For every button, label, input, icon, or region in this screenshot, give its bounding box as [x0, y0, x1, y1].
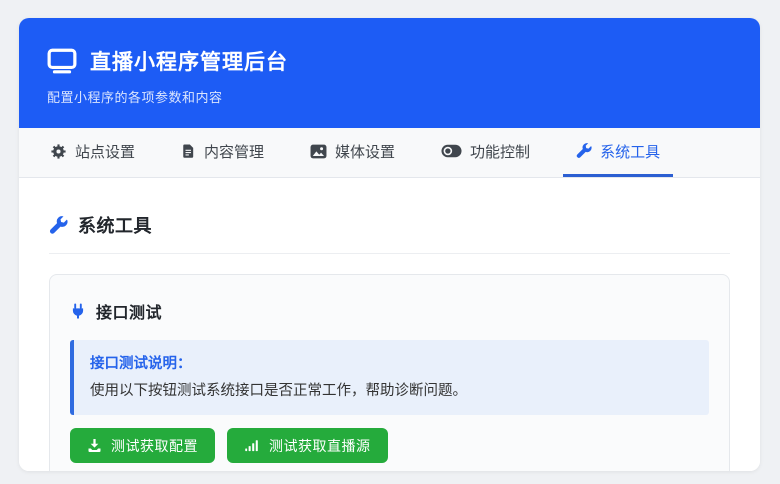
- page-header: 直播小程序管理后台 配置小程序的各项参数和内容: [19, 18, 760, 128]
- tab-label: 站点设置: [75, 143, 136, 161]
- card-header: 接口测试: [70, 299, 709, 323]
- signal-bars-icon: [244, 438, 260, 453]
- section-header: 系统工具: [49, 212, 730, 238]
- image-icon: [310, 144, 327, 159]
- page-title: 直播小程序管理后台: [90, 51, 288, 74]
- button-row: 测试获取配置 测试获取直播源: [70, 428, 709, 463]
- tab-system-tools[interactable]: 系统工具: [563, 128, 674, 177]
- button-label: 测试获取配置: [111, 437, 198, 454]
- page-subtitle: 配置小程序的各项参数和内容: [47, 90, 223, 105]
- toggle-icon: [441, 144, 462, 158]
- tab-feature-control[interactable]: 功能控制: [428, 128, 543, 177]
- api-test-note: 接口测试说明： 使用以下按钮测试系统接口是否正常工作，帮助诊断问题。: [70, 340, 709, 415]
- admin-panel-window: 直播小程序管理后台 配置小程序的各项参数和内容 站点设置 内容管理 媒体设置 功…: [19, 18, 760, 471]
- note-title: 接口测试说明：: [90, 356, 192, 372]
- download-icon: [87, 438, 102, 453]
- gear-icon: [50, 143, 67, 160]
- plug-icon: [70, 302, 86, 320]
- tab-media-settings[interactable]: 媒体设置: [297, 128, 408, 177]
- monitor-icon: [47, 48, 77, 74]
- wrench-icon: [49, 215, 68, 235]
- tab-label: 功能控制: [470, 143, 531, 161]
- api-test-card: 接口测试 接口测试说明： 使用以下按钮测试系统接口是否正常工作，帮助诊断问题。 …: [49, 274, 730, 471]
- tab-label: 系统工具: [600, 143, 661, 161]
- content-area: 系统工具 接口测试 接口测试说明： 使用以下按钮测试系统接口是否正常工作，帮助诊…: [19, 178, 760, 471]
- tab-label: 媒体设置: [335, 143, 396, 161]
- tab-site-settings[interactable]: 站点设置: [37, 128, 148, 177]
- button-label: 测试获取直播源: [269, 437, 371, 454]
- tab-content-management[interactable]: 内容管理: [168, 128, 277, 177]
- document-icon: [181, 143, 196, 159]
- tab-bar: 站点设置 内容管理 媒体设置 功能控制 系统工具: [19, 128, 760, 178]
- tab-label: 内容管理: [204, 143, 265, 161]
- card-title: 接口测试: [96, 305, 163, 322]
- section-title: 系统工具: [78, 216, 152, 236]
- section-divider: [49, 253, 730, 254]
- test-fetch-stream-button[interactable]: 测试获取直播源: [227, 428, 388, 463]
- test-fetch-config-button[interactable]: 测试获取配置: [70, 428, 215, 463]
- wrench-icon: [576, 143, 592, 159]
- note-body: 使用以下按钮测试系统接口是否正常工作，帮助诊断问题。: [90, 383, 467, 399]
